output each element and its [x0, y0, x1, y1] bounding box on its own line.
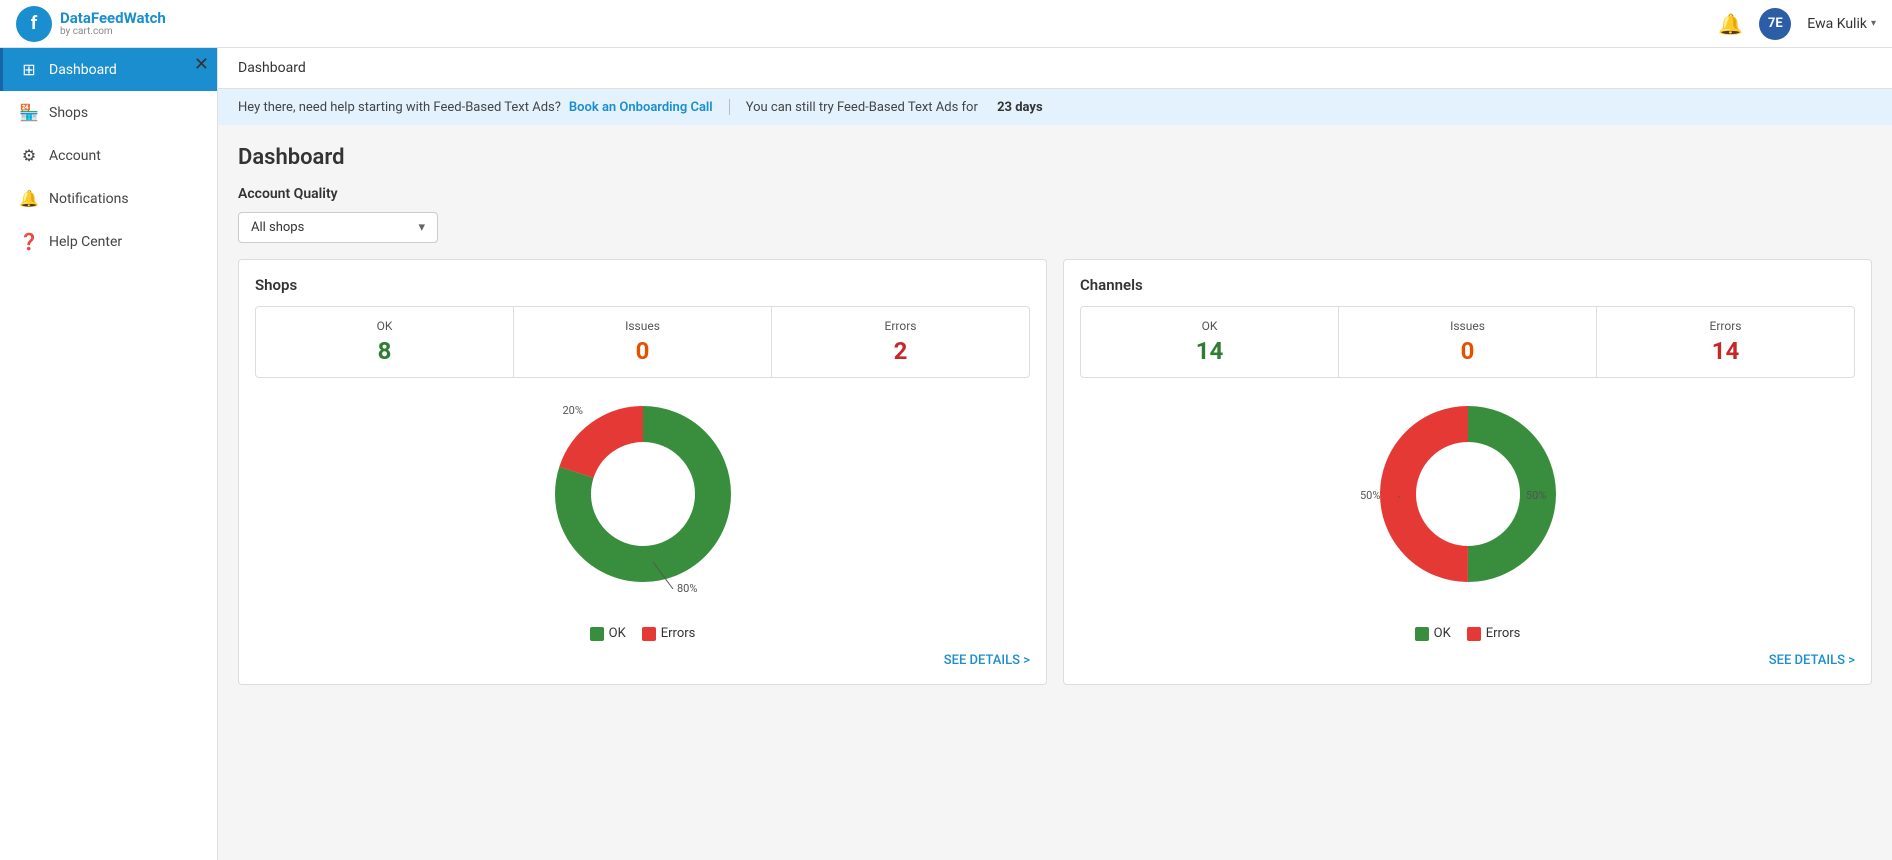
- sidebar-item-label: Dashboard: [49, 62, 117, 78]
- shops-issues-label: Issues: [522, 319, 763, 333]
- banner-text-after: You can still try Feed-Based Text Ads fo…: [746, 100, 978, 115]
- shops-errors-legend-label: Errors: [661, 626, 696, 641]
- banner-text-before: Hey there, need help starting with Feed-…: [238, 100, 561, 115]
- shops-dropdown[interactable]: All shops ▾: [238, 212, 438, 243]
- channels-stat-ok: OK 14: [1081, 307, 1339, 377]
- sidebar-item-label: Shops: [49, 105, 88, 121]
- sidebar-item-label: Account: [49, 148, 101, 164]
- panels-row: Shops OK 8 Issues 0 Errors 2: [238, 259, 1872, 685]
- channels-legend: OK Errors: [1415, 626, 1521, 641]
- sidebar-item-notifications[interactable]: 🔔 Notifications: [0, 177, 217, 220]
- shops-issues-value: 0: [522, 337, 763, 365]
- top-header: f DataFeedWatch by cart.com 🔔 7E Ewa Kul…: [0, 0, 1892, 48]
- channels-errors-legend-label: Errors: [1486, 626, 1521, 641]
- header-right: 🔔 7E Ewa Kulik ▾: [1718, 8, 1876, 40]
- onboarding-call-link[interactable]: Book an Onboarding Call: [569, 100, 713, 115]
- channels-errors-label: Errors: [1605, 319, 1846, 333]
- channels-stat-issues: Issues 0: [1339, 307, 1597, 377]
- shops-stats-row: OK 8 Issues 0 Errors 2: [255, 306, 1030, 378]
- shops-legend-errors: Errors: [642, 626, 696, 641]
- svg-text:50%: 50%: [1360, 489, 1380, 502]
- sidebar-nav: ⊞ Dashboard 🏪 Shops ⚙ Account 🔔 Notifica…: [0, 48, 217, 263]
- channels-ok-legend-label: OK: [1434, 626, 1451, 641]
- shops-see-details-link[interactable]: SEE DETAILS >: [944, 653, 1030, 668]
- channels-donut-svg: 50% 50%: [1358, 394, 1578, 594]
- shops-stat-ok: OK 8: [256, 307, 514, 377]
- shops-donut-svg: 80%: [543, 394, 743, 594]
- channels-stats-row: OK 14 Issues 0 Errors 14: [1080, 306, 1855, 378]
- user-menu[interactable]: Ewa Kulik ▾: [1807, 16, 1876, 32]
- shops-ok-label: OK: [264, 319, 505, 333]
- chevron-down-icon: ▾: [1871, 18, 1876, 29]
- shops-see-details: SEE DETAILS >: [255, 653, 1030, 668]
- svg-text:50%: 50%: [1526, 489, 1546, 502]
- app-body: ✕ ⊞ Dashboard 🏪 Shops ⚙ Account 🔔 Notifi…: [0, 48, 1892, 860]
- sidebar-item-label: Help Center: [49, 234, 122, 250]
- channels-ok-dot: [1415, 627, 1429, 641]
- channels-errors-value: 14: [1605, 337, 1846, 365]
- channels-issues-label: Issues: [1347, 319, 1588, 333]
- sidebar: ✕ ⊞ Dashboard 🏪 Shops ⚙ Account 🔔 Notifi…: [0, 48, 218, 860]
- banner-days: 23 days: [997, 100, 1043, 115]
- shops-stat-issues: Issues 0: [514, 307, 772, 377]
- channels-ok-label: OK: [1089, 319, 1330, 333]
- channels-panel-title: Channels: [1080, 276, 1855, 294]
- notifications-icon: 🔔: [19, 189, 39, 208]
- shops-donut-container: 20% 80%: [543, 394, 743, 614]
- user-avatar: 7E: [1759, 8, 1791, 40]
- logo-name: DataFeedWatch: [60, 10, 166, 27]
- section-label: Account Quality: [238, 186, 1872, 202]
- shops-icon: 🏪: [19, 103, 39, 122]
- dashboard-icon: ⊞: [19, 60, 39, 79]
- svg-text:80%: 80%: [677, 582, 697, 594]
- channels-stat-errors: Errors 14: [1597, 307, 1854, 377]
- channels-ok-value: 14: [1089, 337, 1330, 365]
- channels-donut-container: 50% 50%: [1358, 394, 1578, 614]
- channels-errors-dot: [1467, 627, 1481, 641]
- channels-legend-ok: OK: [1415, 626, 1451, 641]
- main-content: Dashboard Hey there, need help starting …: [218, 48, 1892, 860]
- sidebar-item-label: Notifications: [49, 191, 129, 207]
- help-icon: ❓: [19, 232, 39, 251]
- info-banner: Hey there, need help starting with Feed-…: [218, 89, 1892, 125]
- channels-panel: Channels OK 14 Issues 0 Errors 14: [1063, 259, 1872, 685]
- shops-ok-legend-label: OK: [609, 626, 626, 641]
- breadcrumb-text: Dashboard: [238, 60, 306, 76]
- shops-errors-label: Errors: [780, 319, 1021, 333]
- logo-icon: f: [16, 6, 52, 42]
- notification-bell-icon[interactable]: 🔔: [1718, 12, 1743, 36]
- shops-legend-ok: OK: [590, 626, 626, 641]
- logo-text: DataFeedWatch by cart.com: [60, 10, 166, 38]
- logo-area: f DataFeedWatch by cart.com: [16, 6, 166, 42]
- channels-issues-value: 0: [1347, 337, 1588, 365]
- shops-chart-area: 20% 80%: [255, 394, 1030, 641]
- channels-chart-area: 50% 50% OK: [1080, 394, 1855, 641]
- shops-panel: Shops OK 8 Issues 0 Errors 2: [238, 259, 1047, 685]
- shops-error-percent-label: 20%: [563, 404, 583, 417]
- sidebar-item-help-center[interactable]: ❓ Help Center: [0, 220, 217, 263]
- shops-ok-value: 8: [264, 337, 505, 365]
- shops-stat-errors: Errors 2: [772, 307, 1029, 377]
- page-title: Dashboard: [238, 145, 1872, 170]
- channels-see-details-link[interactable]: SEE DETAILS >: [1769, 653, 1855, 668]
- sidebar-item-dashboard[interactable]: ⊞ Dashboard: [0, 48, 217, 91]
- shops-errors-dot: [642, 627, 656, 641]
- shops-legend: OK Errors: [590, 626, 696, 641]
- content-area: Dashboard Account Quality All shops ▾ Sh…: [218, 125, 1892, 860]
- account-icon: ⚙: [19, 146, 39, 165]
- user-name-label: Ewa Kulik: [1807, 16, 1867, 32]
- banner-divider: [729, 99, 730, 115]
- shops-errors-value: 2: [780, 337, 1021, 365]
- channels-legend-errors: Errors: [1467, 626, 1521, 641]
- dropdown-value: All shops: [251, 220, 304, 235]
- chevron-down-icon: ▾: [418, 220, 425, 235]
- shops-ok-dot: [590, 627, 604, 641]
- sidebar-item-account[interactable]: ⚙ Account: [0, 134, 217, 177]
- logo-sub: by cart.com: [60, 26, 166, 37]
- sidebar-item-shops[interactable]: 🏪 Shops: [0, 91, 217, 134]
- channels-see-details: SEE DETAILS >: [1080, 653, 1855, 668]
- shops-panel-title: Shops: [255, 276, 1030, 294]
- breadcrumb: Dashboard: [218, 48, 1892, 89]
- sidebar-close-icon[interactable]: ✕: [194, 56, 209, 74]
